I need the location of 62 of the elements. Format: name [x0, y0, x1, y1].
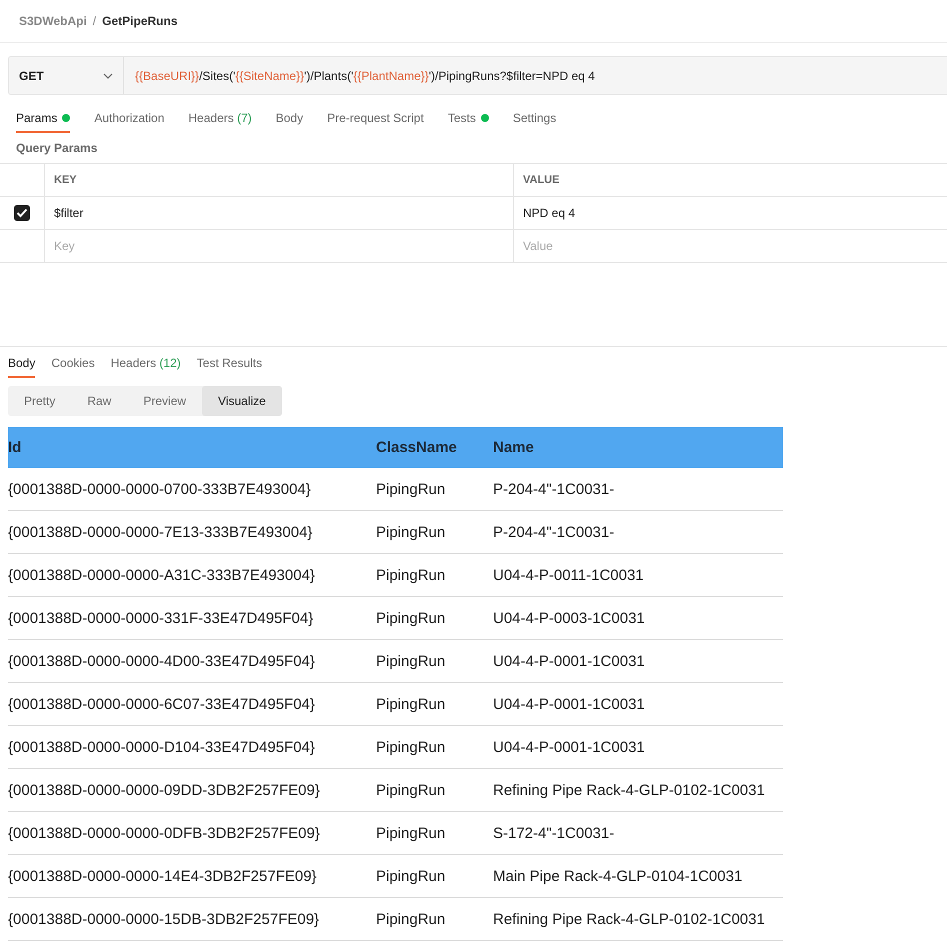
request-tab[interactable]: Pre-request Script [327, 111, 424, 133]
table-cell: {0001388D-0000-0000-7E13-333B7E493004} [8, 510, 376, 554]
table-cell: {0001388D-0000-0000-331F-33E47D495F04} [8, 596, 376, 640]
column-header: KEY [45, 164, 514, 196]
checkbox[interactable] [14, 205, 30, 221]
view-mode-button[interactable]: Pretty [8, 386, 72, 416]
table-cell: U04-4-P-0001-1C0031 [493, 726, 783, 768]
request-tab[interactable]: Headers (7) [188, 111, 252, 133]
table-cell: {0001388D-0000-0000-0DFB-3DB2F257FE09} [8, 812, 376, 854]
column-header: ClassName [376, 427, 493, 468]
table-cell: PipingRun [376, 854, 493, 898]
request-name: GetPipeRuns [102, 14, 178, 28]
table-cell: PipingRun [376, 898, 493, 940]
table-cell: PipingRun [376, 596, 493, 640]
request-tab[interactable]: Settings [512, 111, 556, 133]
table-cell: U04-4-P-0003-1C0031 [493, 596, 783, 640]
breadcrumb-separator: / [92, 14, 96, 28]
collection-link[interactable]: S3DWebApi [19, 14, 87, 28]
view-mode-button[interactable]: Visualize [202, 386, 282, 416]
table-cell: {0001388D-0000-0000-6C07-33E47D495F04} [8, 682, 376, 726]
value-input[interactable]: Value [514, 230, 947, 262]
param-value[interactable]: NPD eq 4 [514, 197, 947, 229]
table-cell: PipingRun [376, 468, 493, 510]
table-cell: PipingRun [376, 812, 493, 854]
column-header: Name [493, 427, 783, 468]
table-cell: {0001388D-0000-0000-0700-333B7E493004} [8, 468, 376, 510]
response-tab[interactable]: Test Results [196, 356, 262, 378]
response-tab[interactable]: Body [8, 356, 36, 378]
table-cell: U04-4-P-0001-1C0031 [493, 682, 783, 726]
param-key[interactable]: $filter [45, 197, 514, 229]
table-cell: PipingRun [376, 510, 493, 554]
request-tab[interactable]: Params [16, 111, 70, 133]
table-cell: Refining Pipe Rack-4-GLP-0102-1C0031 [493, 768, 783, 812]
table-cell: Refining Pipe Rack-4-GLP-0102-1C0031 [493, 898, 783, 940]
table-cell: {0001388D-0000-0000-14E4-3DB2F257FE09} [8, 854, 376, 898]
request-tab[interactable]: Tests [448, 111, 489, 133]
key-input[interactable]: Key [45, 230, 514, 262]
table-cell: PipingRun [376, 554, 493, 596]
view-mode-button[interactable]: Raw [71, 386, 128, 416]
table-cell: {0001388D-0000-0000-09DD-3DB2F257FE09} [8, 768, 376, 812]
table-cell: {0001388D-0000-0000-15DB-3DB2F257FE09} [8, 898, 376, 940]
response-tab[interactable]: Headers (12) [110, 356, 181, 378]
request-tab[interactable]: Authorization [94, 111, 164, 133]
request-tab[interactable]: Body [276, 111, 304, 133]
table-cell: P-204-4"-1C0031- [493, 510, 783, 554]
column-header: Id [8, 427, 376, 468]
table-cell: U04-4-P-0011-1C0031 [493, 554, 783, 596]
table-cell: PipingRun [376, 682, 493, 726]
table-cell: {0001388D-0000-0000-A31C-333B7E493004} [8, 554, 376, 596]
table-cell: PipingRun [376, 768, 493, 812]
table-cell: P-204-4"-1C0031- [493, 468, 783, 510]
column-header: VALUE [522, 173, 560, 188]
section-title: Query Params [15, 140, 98, 157]
table-cell: PipingRun [376, 640, 493, 682]
view-mode-button[interactable]: Preview [127, 386, 202, 416]
table-cell: U04-4-P-0001-1C0031 [493, 640, 783, 682]
table-cell: {0001388D-0000-0000-4D00-33E47D495F04} [8, 640, 376, 682]
table-cell: {0001388D-0000-0000-D104-33E47D495F04} [8, 726, 376, 768]
table-cell: Main Pipe Rack-4-GLP-0104-1C0031 [493, 854, 783, 898]
response-tab[interactable]: Cookies [51, 356, 95, 378]
table-cell: S-172-4"-1C0031- [493, 812, 783, 854]
table-cell: PipingRun [376, 726, 493, 768]
